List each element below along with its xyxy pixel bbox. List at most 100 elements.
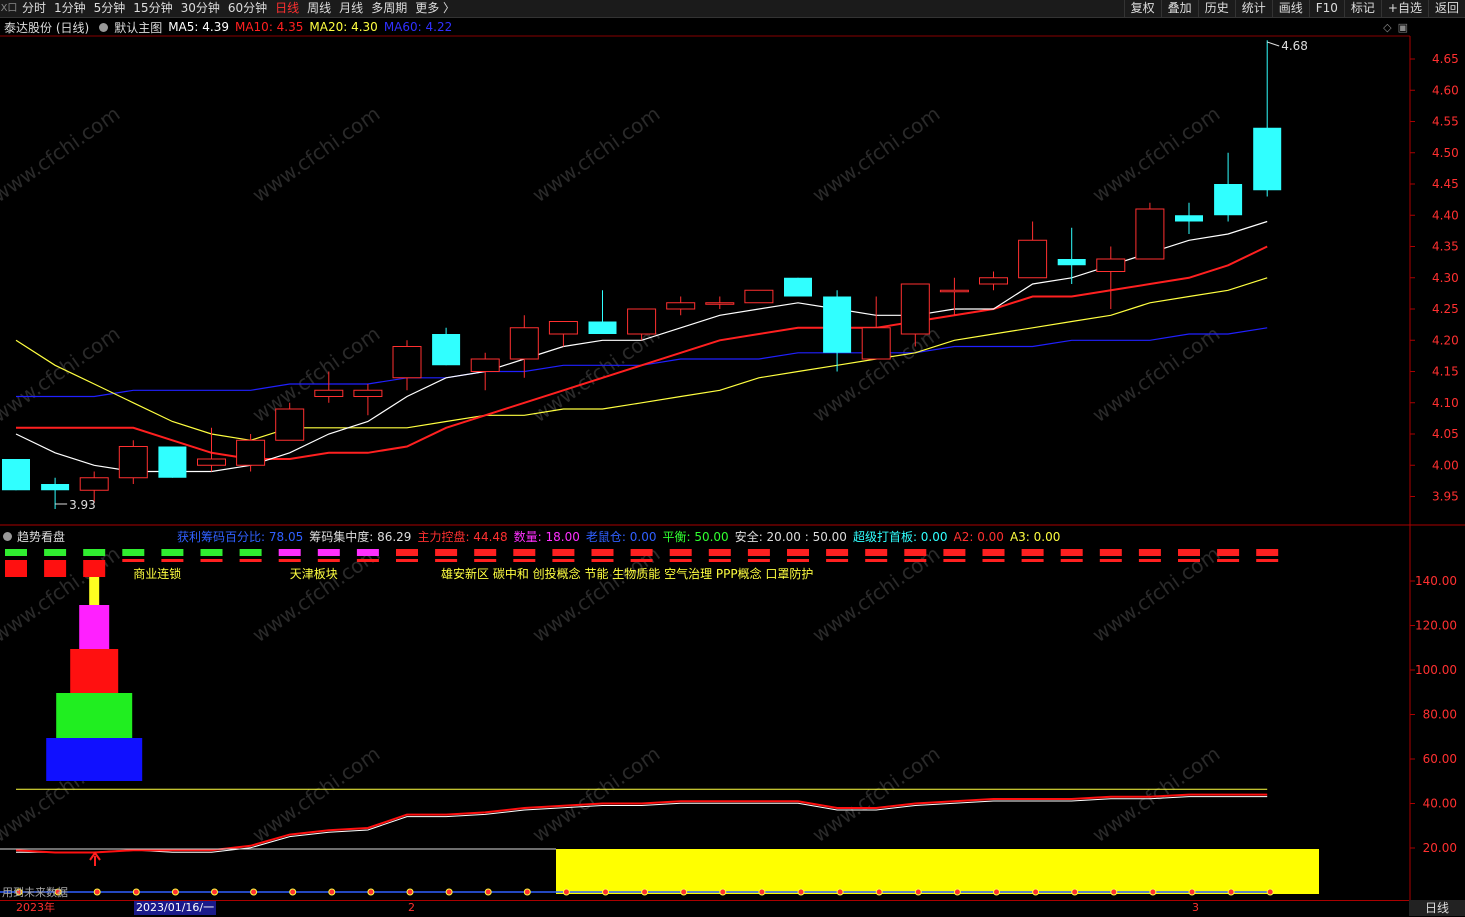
signal-dash-cell — [747, 559, 770, 562]
candle-body-down — [784, 277, 812, 297]
bottom-dot — [289, 888, 297, 896]
candle-body-down — [1057, 259, 1086, 266]
candle-body-down — [823, 296, 852, 353]
watermark: www.cfchi.com — [0, 101, 124, 207]
sub-axis-label: 20.00 — [1423, 841, 1457, 855]
signal-dash-cell — [630, 559, 653, 562]
price-axis-label: 4.10 — [1432, 396, 1459, 410]
signal-top-cell — [44, 549, 67, 556]
bottom-dot — [1149, 888, 1157, 896]
signal-top-cell — [356, 549, 379, 556]
bottom-dot — [1032, 888, 1040, 896]
bottom-dot — [1227, 888, 1235, 896]
bottom-dot — [211, 888, 218, 896]
bottom-dot — [445, 888, 453, 896]
sub-axis-label: 100.00 — [1415, 663, 1457, 677]
candle-body-down — [432, 334, 461, 366]
pyramid-block — [70, 649, 119, 693]
candle-body-down — [1175, 215, 1203, 222]
concept-label-c: 雄安新区 碳中和 创投概念 节能 生物质能 空气治理 PPP概念 口罩防护 — [441, 566, 813, 581]
signal-top-cell — [435, 549, 458, 556]
candle-body-up — [1018, 239, 1048, 279]
signal-top-cell — [591, 549, 614, 556]
candle-body-down — [41, 484, 70, 491]
price-axis-label: 3.95 — [1432, 490, 1459, 504]
signal-dash-cell — [669, 559, 692, 562]
signal-top-cell — [513, 549, 536, 556]
signal-top-cell — [1099, 549, 1122, 556]
bottom-dot — [562, 888, 570, 896]
candle-body-up — [900, 283, 930, 335]
signal-dash-cell — [982, 559, 1005, 562]
signal-top-cell — [239, 549, 262, 556]
signal-dash-cell — [396, 559, 418, 562]
signal-top-cell — [1021, 549, 1044, 556]
signal-dash-cell — [239, 559, 262, 562]
candle-body-up — [979, 277, 1008, 285]
candle-body-up — [275, 408, 305, 441]
sub-axis-label: 120.00 — [1415, 619, 1457, 633]
signal-dash-cell — [1060, 559, 1083, 562]
signal-dash-cell — [1099, 559, 1122, 562]
watermark: www.cfchi.com — [0, 321, 124, 427]
price-axis-label: 4.00 — [1432, 458, 1459, 472]
watermark: www.cfchi.com — [248, 101, 385, 207]
high-marker — [1267, 41, 1280, 47]
signal-top-cell — [747, 549, 770, 556]
watermark: www.cfchi.com — [1088, 321, 1225, 427]
bottom-dot — [171, 888, 179, 896]
signal-dash-cell — [513, 559, 536, 562]
bottom-dot — [875, 888, 883, 896]
signal-top-cell — [904, 549, 927, 556]
low-label: 3.93 — [69, 498, 96, 512]
pyramid-block — [46, 738, 143, 781]
signal-dash-cell — [200, 559, 223, 562]
month-label-2: 2 — [408, 901, 415, 914]
year-label: 2023年 — [16, 901, 55, 914]
signal-top-cell — [317, 549, 340, 556]
bottom-dot — [1110, 888, 1118, 896]
watermark: www.cfchi.com — [808, 541, 945, 647]
candle-body-up — [705, 302, 735, 305]
candle-body-up — [353, 389, 383, 397]
bottom-dot — [602, 888, 609, 896]
period-button[interactable]: 日线 — [1409, 900, 1465, 916]
signal-top-cell — [161, 549, 184, 556]
bottom-dot — [914, 888, 922, 896]
signal-dash-cell — [278, 559, 301, 562]
up-arrow-icon — [89, 851, 101, 866]
candle-body-up — [1135, 208, 1165, 260]
signal-top-cell — [122, 549, 145, 556]
bottom-dot — [523, 888, 531, 896]
bottom-dot — [758, 888, 766, 896]
candle-body-up — [470, 358, 500, 372]
watermark: www.cfchi.com — [1088, 101, 1225, 207]
kline-chart[interactable]: www.cfchi.com www.cfchi.com www.cfchi.com w… — [0, 0, 1465, 916]
bottom-dot — [993, 888, 1000, 896]
signal-top-cell — [278, 549, 301, 556]
concept-label-a: 商业连锁 — [133, 566, 181, 581]
sub-axis-label: 80.00 — [1423, 708, 1457, 722]
signal-dash-cell — [787, 559, 809, 562]
signal-top-cell — [200, 549, 223, 556]
price-axis-label: 4.65 — [1432, 52, 1459, 66]
price-axis-label: 4.50 — [1432, 146, 1459, 160]
signal-dash-cell — [1178, 559, 1200, 562]
signal-dash-cell — [474, 559, 497, 562]
candle-body-down — [588, 321, 617, 334]
date-axis — [0, 900, 1465, 917]
signal-dash-cell — [826, 559, 849, 562]
bottom-dot — [328, 888, 336, 896]
signal-top-cell — [83, 549, 106, 556]
pyramid-block — [79, 605, 110, 649]
watermark: www.cfchi.com — [808, 101, 945, 207]
watermark: www.cfchi.com — [528, 541, 665, 647]
price-axis-label: 4.15 — [1432, 365, 1459, 379]
signal-block-cell — [44, 560, 67, 577]
signal-dash-cell — [356, 559, 379, 562]
sub-axis-label: 40.00 — [1423, 797, 1457, 811]
safety-zone — [556, 849, 1319, 894]
price-axis-label: 4.35 — [1432, 240, 1459, 254]
watermark: www.cfchi.com — [528, 741, 665, 847]
candle-body-up — [1096, 258, 1126, 272]
